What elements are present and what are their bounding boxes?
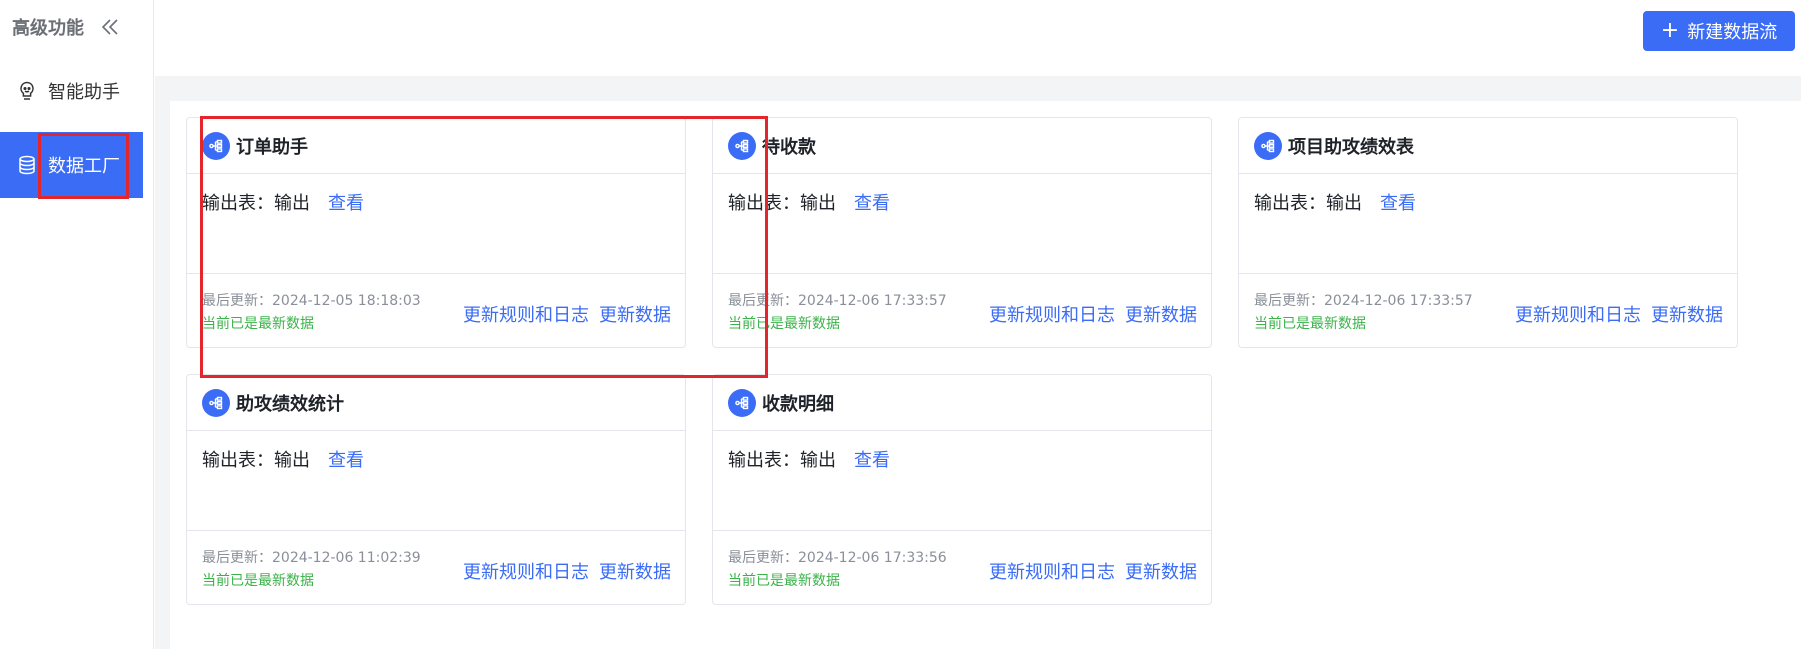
update-rules-log-link[interactable]: 更新规则和日志 [1515,301,1641,327]
card-actions: 更新规则和日志 更新数据 [463,301,671,327]
dataflow-card: 项目助攻绩效表 输出表：输出 查看 最后更新：2024-12-06 17:33:… [1238,117,1738,348]
output-table-label: 输出表：输出 [728,450,836,471]
card-actions: 更新规则和日志 更新数据 [463,558,671,584]
last-update-text: 最后更新：2024-12-06 17:33:57 [1254,293,1473,309]
card-actions: 更新规则和日志 更新数据 [1515,301,1723,327]
update-data-link[interactable]: 更新数据 [599,301,671,327]
status-text: 当前已是最新数据 [202,316,314,332]
update-rules-log-link[interactable]: 更新规则和日志 [989,301,1115,327]
sidebar-item-smart-assistant[interactable]: 智能助手 [0,58,143,124]
top-bar: + 新建数据流 [155,0,1801,76]
new-dataflow-label: 新建数据流 [1687,22,1778,43]
update-rules-log-link[interactable]: 更新规则和日志 [463,558,589,584]
output-table-label: 输出表：输出 [202,193,310,214]
update-rules-log-link[interactable]: 更新规则和日志 [989,558,1115,584]
output-table-label: 输出表：输出 [728,193,836,214]
card-header: 收款明细 [713,375,1211,431]
view-link[interactable]: 查看 [1380,189,1416,215]
view-link[interactable]: 查看 [328,446,364,472]
dataflow-icon [202,388,230,417]
last-update-text: 最后更新：2024-12-06 11:02:39 [202,550,421,566]
dataflow-icon [202,131,230,160]
view-link[interactable]: 查看 [854,189,890,215]
card-footer: 最后更新：2024-12-06 11:02:39 当前已是最新数据 更新规则和日… [187,531,685,605]
dataflow-card: 订单助手 输出表：输出 查看 最后更新：2024-12-05 18:18:03 … [186,117,686,348]
status-text: 当前已是最新数据 [1254,316,1366,332]
card-body: 输出表：输出 查看 [187,431,685,531]
dataflow-card: 待收款 输出表：输出 查看 最后更新：2024-12-06 17:33:57 当… [712,117,1212,348]
sidebar-title: 高级功能 [12,18,84,39]
card-footer: 最后更新：2024-12-06 17:33:57 当前已是最新数据 更新规则和日… [1239,274,1737,348]
app-window: 高级功能 智能助手 数据工厂 + 新建数据流 订单助手 输出表：输出 查看 最后… [0,0,1801,649]
dataflow-card: 助攻绩效统计 输出表：输出 查看 最后更新：2024-12-06 11:02:3… [186,374,686,605]
card-header: 待收款 [713,118,1211,174]
card-title: 项目助攻绩效表 [1288,136,1414,158]
card-footer: 最后更新：2024-12-06 17:33:57 当前已是最新数据 更新规则和日… [713,274,1211,348]
card-footer: 最后更新：2024-12-06 17:33:56 当前已是最新数据 更新规则和日… [713,531,1211,605]
status-text: 当前已是最新数据 [728,573,840,589]
plus-icon: + [1660,18,1680,43]
card-title: 收款明细 [762,393,834,415]
last-update-text: 最后更新：2024-12-05 18:18:03 [202,293,421,309]
update-rules-log-link[interactable]: 更新规则和日志 [463,301,589,327]
card-actions: 更新规则和日志 更新数据 [989,301,1197,327]
update-data-link[interactable]: 更新数据 [1125,558,1197,584]
status-text: 当前已是最新数据 [728,316,840,332]
card-body: 输出表：输出 查看 [1239,174,1737,274]
card-header: 助攻绩效统计 [187,375,685,431]
card-footer: 最后更新：2024-12-05 18:18:03 当前已是最新数据 更新规则和日… [187,274,685,348]
card-body: 输出表：输出 查看 [187,174,685,274]
last-update-text: 最后更新：2024-12-06 17:33:57 [728,293,947,309]
dataflow-icon [728,388,756,417]
output-table-label: 输出表：输出 [202,450,310,471]
output-table-label: 输出表：输出 [1254,193,1362,214]
card-body: 输出表：输出 查看 [713,431,1211,531]
sidebar-item-data-factory[interactable]: 数据工厂 [0,132,143,198]
sidebar-header: 高级功能 [12,14,120,40]
last-update-text: 最后更新：2024-12-06 17:33:56 [728,550,947,566]
card-title: 待收款 [762,136,816,158]
card-actions: 更新规则和日志 更新数据 [989,558,1197,584]
status-text: 当前已是最新数据 [202,573,314,589]
sidebar-item-label: 数据工厂 [48,156,120,177]
card-title: 助攻绩效统计 [236,393,344,415]
sidebar: 高级功能 智能助手 数据工厂 [0,0,154,649]
dataflow-card: 收款明细 输出表：输出 查看 最后更新：2024-12-06 17:33:56 … [712,374,1212,605]
new-dataflow-button[interactable]: + 新建数据流 [1643,11,1795,51]
card-header: 项目助攻绩效表 [1239,118,1737,174]
view-link[interactable]: 查看 [854,446,890,472]
view-link[interactable]: 查看 [328,189,364,215]
database-icon [16,154,38,176]
update-data-link[interactable]: 更新数据 [599,558,671,584]
dataflow-icon [728,131,756,160]
card-title: 订单助手 [236,136,308,158]
update-data-link[interactable]: 更新数据 [1651,301,1723,327]
card-body: 输出表：输出 查看 [713,174,1211,274]
double-chevron-left-icon[interactable] [100,17,120,37]
dataflow-icon [1254,131,1282,160]
lightbulb-icon [16,80,38,102]
card-header: 订单助手 [187,118,685,174]
sidebar-item-label: 智能助手 [48,82,120,103]
update-data-link[interactable]: 更新数据 [1125,301,1197,327]
